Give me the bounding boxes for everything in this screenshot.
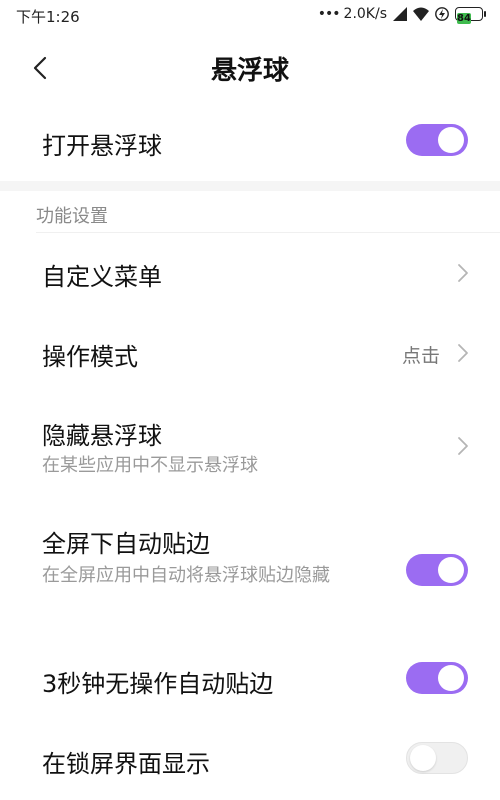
status-dots: ••• xyxy=(317,6,341,22)
fullscreen-edge-subtitle: 在全屏应用中自动将悬浮球贴边隐藏 xyxy=(42,565,330,586)
section-header: 功能设置 xyxy=(36,206,108,227)
main-toggle-label: 打开悬浮球 xyxy=(42,132,162,160)
lockscreen-toggle[interactable] xyxy=(406,742,468,774)
status-time: 下午1:26 xyxy=(16,8,80,26)
battery-cap xyxy=(484,11,486,17)
status-right: ••• 2.0K/s 84 xyxy=(317,6,486,24)
toggle-knob xyxy=(438,557,464,583)
main-toggle-row[interactable]: 打开悬浮球 xyxy=(0,100,500,180)
battery-level: 84 xyxy=(457,13,471,24)
toggle-knob xyxy=(438,127,464,153)
fullscreen-edge-toggle[interactable] xyxy=(406,554,468,586)
chevron-right-icon xyxy=(458,437,468,455)
signal-icon xyxy=(393,7,407,21)
battery-body: 84 xyxy=(455,7,483,24)
chevron-right-icon xyxy=(458,344,468,362)
page-title: 悬浮球 xyxy=(210,56,289,86)
toggle-knob xyxy=(410,745,436,771)
main-toggle-switch[interactable] xyxy=(406,124,468,156)
header: 悬浮球 xyxy=(0,32,500,100)
toggle-knob xyxy=(438,665,464,691)
operation-mode-label: 操作模式 xyxy=(42,343,138,371)
operation-mode-value: 点击 xyxy=(401,345,440,367)
lockscreen-row[interactable]: 在锁屏界面显示 xyxy=(0,720,500,800)
fullscreen-edge-label: 全屏下自动贴边 xyxy=(42,530,210,558)
hide-ball-label: 隐藏悬浮球 xyxy=(42,422,162,450)
idle-edge-label: 3秒钟无操作自动贴边 xyxy=(42,670,274,698)
chevron-right-icon xyxy=(458,264,468,282)
status-bar: 下午1:26 ••• 2.0K/s 84 xyxy=(0,0,500,32)
hide-ball-subtitle: 在某些应用中不显示悬浮球 xyxy=(42,455,258,476)
lockscreen-label: 在锁屏界面显示 xyxy=(42,750,210,778)
network-speed: 2.0K/s xyxy=(343,6,387,22)
idle-edge-toggle[interactable] xyxy=(406,662,468,694)
fullscreen-edge-row[interactable]: 全屏下自动贴边 在全屏应用中自动将悬浮球贴边隐藏 xyxy=(0,510,500,640)
operation-mode-row[interactable]: 操作模式 点击 xyxy=(0,313,500,393)
screen: 下午1:26 ••• 2.0K/s 84 悬浮球 打开悬浮球 功能设置 自定义菜… xyxy=(0,0,500,800)
idle-edge-row[interactable]: 3秒钟无操作自动贴边 xyxy=(0,640,500,720)
custom-menu-row[interactable]: 自定义菜单 xyxy=(0,233,500,313)
custom-menu-label: 自定义菜单 xyxy=(42,263,162,291)
section-divider xyxy=(0,181,500,191)
bolt-icon xyxy=(435,7,449,21)
wifi-icon xyxy=(413,7,429,21)
battery-icon: 84 xyxy=(455,7,486,24)
hide-ball-row[interactable]: 隐藏悬浮球 在某些应用中不显示悬浮球 xyxy=(0,400,500,500)
